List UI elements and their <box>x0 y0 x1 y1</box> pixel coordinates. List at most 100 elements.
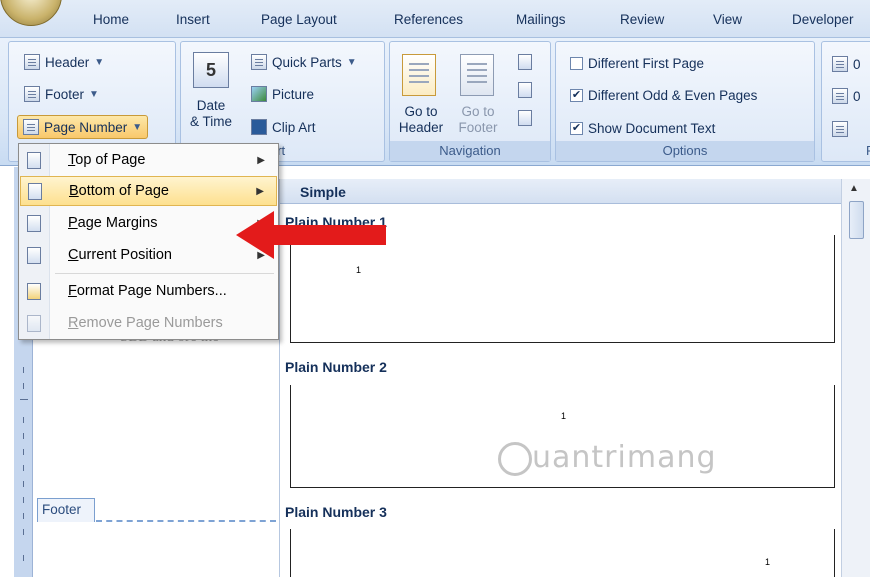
label-rest: emove Page Numbers <box>78 315 223 331</box>
ruler-tick <box>23 417 24 423</box>
calendar-icon: 5 <box>193 52 229 88</box>
insert-alignment-tab-button[interactable] <box>832 121 848 137</box>
scroll-thumb[interactable] <box>849 201 864 239</box>
menu-item-label: Current Position <box>68 247 172 263</box>
mnemonic: C <box>68 247 79 263</box>
link-to-previous-icon[interactable] <box>518 110 532 126</box>
ruler-tick <box>23 367 24 373</box>
tab-view[interactable]: View <box>713 12 742 27</box>
tab-developer[interactable]: Developer <box>792 12 854 27</box>
clip-art-button[interactable]: Clip Art <box>251 119 316 135</box>
footer-boundary <box>96 520 276 522</box>
footer-position-value: 0 <box>853 88 861 104</box>
footer-position-field[interactable]: 0 <box>832 88 861 104</box>
options-group-label: Options <box>556 141 814 161</box>
menu-item-bottom-of-page[interactable]: Bottom of Page ▶ <box>20 176 277 206</box>
ruler-tick <box>23 513 24 519</box>
go-to-header-button[interactable]: Go to Header <box>395 104 447 136</box>
bottom-of-page-icon <box>28 182 42 200</box>
menu-item-format-page-numbers[interactable]: Format Page Numbers... <box>20 276 277 306</box>
menu-item-top-of-page[interactable]: Top of Page ▶ <box>20 145 277 175</box>
office-button[interactable] <box>0 0 62 26</box>
label-rest: ormat Page Numbers... <box>76 283 227 299</box>
mnemonic: B <box>69 183 79 199</box>
chevron-down-icon: ▼ <box>94 56 105 68</box>
alignment-tab-icon <box>832 121 848 137</box>
footer-button[interactable]: Footer ▼ <box>24 86 99 102</box>
clip-art-icon <box>251 119 267 135</box>
header-label: Header <box>45 54 90 70</box>
scroll-up-icon[interactable]: ▲ <box>849 183 859 194</box>
label-rest: ottom of Page <box>78 183 169 199</box>
submenu-arrow-icon: ▶ <box>256 185 264 197</box>
menu-item-label: Remove Page Numbers <box>68 315 223 331</box>
gallery-item-label: Plain Number 2 <box>285 359 387 375</box>
label-rest: urrent Position <box>78 247 172 263</box>
ruler-tick <box>23 529 24 535</box>
tab-mailings[interactable]: Mailings <box>516 12 566 27</box>
page-number-icon <box>23 119 39 135</box>
picture-label: Picture <box>272 86 315 102</box>
chevron-down-icon: ▼ <box>346 56 357 68</box>
ribbon-tab-bar: Home Insert Page Layout References Maili… <box>0 0 870 38</box>
watermark-logo: uantrimang <box>498 440 717 476</box>
header-button[interactable]: Header ▼ <box>24 54 104 70</box>
different-first-page-option[interactable]: Different First Page <box>570 56 704 71</box>
next-section-icon[interactable] <box>518 82 532 98</box>
footer-icon <box>24 86 40 102</box>
label-rest: age Margins <box>77 215 158 231</box>
header-position-field[interactable]: 0 <box>832 56 861 72</box>
chevron-down-icon: ▼ <box>89 88 99 100</box>
date-time-label-1: Date <box>196 98 226 113</box>
current-position-icon <box>27 246 41 264</box>
menu-item-label: Format Page Numbers... <box>68 283 227 299</box>
tab-references[interactable]: References <box>394 12 463 27</box>
ruler-tick <box>23 449 24 455</box>
ruler-tick <box>20 399 28 400</box>
go-to-header-label-2: Header <box>398 120 444 135</box>
checked-checkbox-icon[interactable]: ✔ <box>570 89 583 102</box>
quick-parts-button[interactable]: Quick Parts ▼ <box>251 54 357 70</box>
quick-parts-icon <box>251 54 267 70</box>
ruler-tick <box>23 555 24 561</box>
page-number-button[interactable]: Page Number ▼ <box>17 115 149 139</box>
go-to-footer-label-2: Footer <box>458 120 498 135</box>
page-number-preview: 1 <box>561 411 567 421</box>
footer-label: Footer <box>45 86 85 102</box>
tab-home[interactable]: Home <box>93 12 129 27</box>
options-group: Different First Page ✔ Different Odd & E… <box>555 41 815 162</box>
gallery-scrollbar[interactable]: ▲ <box>841 179 870 577</box>
menu-item-label: Top of Page <box>68 152 145 168</box>
page-margins-icon <box>27 214 41 232</box>
picture-button[interactable]: Picture <box>251 86 314 102</box>
submenu-arrow-icon: ▶ <box>257 154 265 166</box>
go-to-header-label-1: Go to <box>404 104 438 119</box>
header-position-value: 0 <box>853 56 861 72</box>
different-odd-even-option[interactable]: ✔ Different Odd & Even Pages <box>570 88 757 103</box>
different-odd-even-label: Different Odd & Even Pages <box>588 88 758 103</box>
navigation-group: Go to Header Go to Footer Navigation <box>389 41 551 162</box>
format-page-numbers-icon <box>27 282 41 300</box>
ruler-tick <box>23 465 24 471</box>
ruler-tick <box>23 497 24 503</box>
tab-review[interactable]: Review <box>620 12 664 27</box>
navigation-group-label: Navigation <box>390 141 550 161</box>
mnemonic: P <box>68 215 78 231</box>
go-to-footer-button[interactable]: Go to Footer <box>452 104 504 136</box>
different-first-page-label: Different First Page <box>588 56 705 71</box>
tab-page-layout[interactable]: Page Layout <box>261 12 337 27</box>
date-time-label-2: & Time <box>189 114 232 129</box>
tab-insert[interactable]: Insert <box>176 12 210 27</box>
date-time-button[interactable]: Date & Time <box>187 98 235 130</box>
header-position-icon <box>832 56 848 72</box>
gallery-item-plain-number-3[interactable]: 1 <box>290 529 835 577</box>
checked-checkbox-icon[interactable]: ✔ <box>570 122 583 135</box>
unchecked-checkbox-icon[interactable] <box>570 57 583 70</box>
position-group-label: P <box>866 141 870 161</box>
menu-item-label: Page Margins <box>68 215 157 231</box>
previous-section-icon[interactable] <box>518 54 532 70</box>
quick-parts-label: Quick Parts <box>272 54 342 70</box>
show-document-text-option[interactable]: ✔ Show Document Text <box>570 121 715 136</box>
footer-tab-label: Footer <box>37 498 95 522</box>
ruler-tick <box>23 481 24 487</box>
